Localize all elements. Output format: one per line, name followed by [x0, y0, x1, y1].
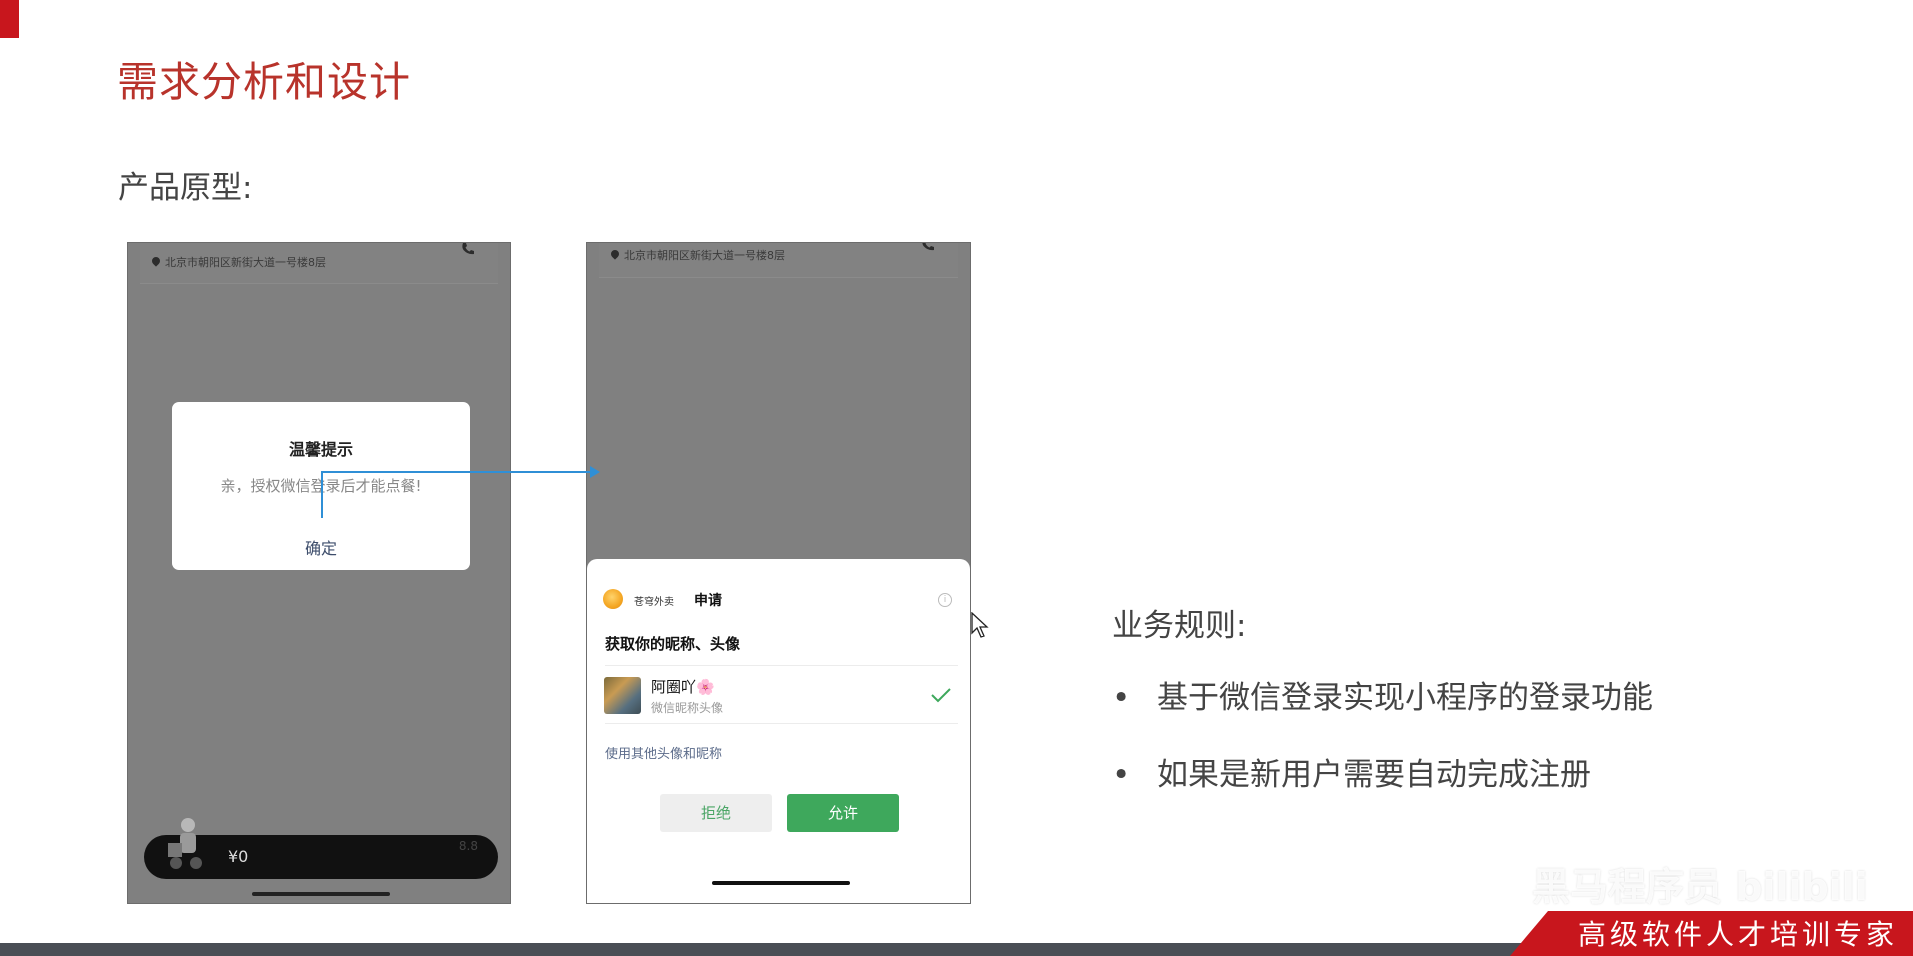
home-indicator: [252, 892, 390, 896]
dialog-confirm-button[interactable]: 确定: [172, 535, 470, 559]
user-avatar: [604, 677, 641, 714]
user-profile-desc: 微信昵称头像: [651, 701, 724, 715]
app-name: 苍穹外卖: [634, 597, 674, 608]
rule-text: 如果是新用户需要自动完成注册: [1157, 757, 1591, 793]
allow-button[interactable]: 允许: [787, 794, 899, 832]
slide-title: 需求分析和设计: [117, 58, 411, 106]
prototype-phone-login-prompt: 北京市朝阳区新街大道一号楼8层 温馨提示 亲，授权微信登录后才能点餐! 确定 ¥…: [128, 243, 510, 903]
prototype-heading: 产品原型:: [118, 170, 253, 206]
footer-slogan: 高级软件人才培训专家: [1578, 918, 1899, 951]
check-icon[interactable]: [930, 687, 952, 703]
prototype-phone-authorization: 北京市朝阳区新街大道一号楼8层 苍穹外卖 申请 i 获取你的昵称、头像 阿圈吖🌸…: [587, 243, 970, 903]
auth-request-text: 获取你的昵称、头像: [605, 635, 741, 653]
dialog-title: 温馨提示: [288, 440, 353, 459]
login-tip-dialog: 温馨提示 亲，授权微信登录后才能点餐! 确定: [172, 402, 470, 570]
rule-item: • 基于微信登录实现小程序的登录功能: [1112, 672, 1653, 717]
corner-accent: [0, 0, 19, 38]
address-bar: 北京市朝阳区新街大道一号楼8层: [140, 243, 498, 284]
app-logo-icon: [603, 589, 623, 609]
address-text: 北京市朝阳区新街大道一号楼8层: [624, 249, 785, 262]
phone-call-icon: [462, 243, 474, 255]
home-indicator: [712, 881, 850, 885]
phone-call-icon: [922, 243, 934, 251]
rule-text: 基于微信登录实现小程序的登录功能: [1157, 680, 1653, 716]
rule-item: • 如果是新用户需要自动完成注册: [1112, 749, 1591, 794]
divider: [605, 665, 958, 666]
use-other-profile-link[interactable]: 使用其他头像和昵称: [605, 743, 722, 762]
wechat-auth-sheet: 苍穹外卖 申请 i 获取你的昵称、头像 阿圈吖🌸 微信昵称头像 使用其他头像和昵…: [587, 559, 970, 903]
cart-total-price: ¥0: [228, 847, 249, 866]
user-nickname: 阿圈吖🌸: [651, 678, 715, 696]
location-pin-icon: [150, 255, 162, 267]
mouse-cursor-icon: [971, 612, 989, 638]
bullet: •: [1112, 680, 1131, 716]
watermark: 黑马程序员 bilibili: [1532, 865, 1868, 909]
address-text: 北京市朝阳区新街大道一号楼8层: [165, 256, 326, 269]
deny-button[interactable]: 拒绝: [660, 794, 772, 832]
apply-label: 申请: [694, 593, 722, 609]
cart-tag: 8.8: [458, 839, 478, 853]
cart-bar[interactable]: ¥0 8.8: [144, 818, 498, 879]
delivery-rider-icon: [168, 818, 202, 869]
location-pin-icon: [609, 248, 621, 260]
bullet: •: [1112, 757, 1131, 793]
address-bar: 北京市朝阳区新街大道一号楼8层: [599, 243, 958, 278]
dialog-message: 亲，授权微信登录后才能点餐!: [220, 477, 422, 495]
divider: [605, 723, 958, 724]
rules-heading: 业务规则:: [1112, 608, 1247, 644]
info-icon[interactable]: i: [938, 593, 952, 607]
